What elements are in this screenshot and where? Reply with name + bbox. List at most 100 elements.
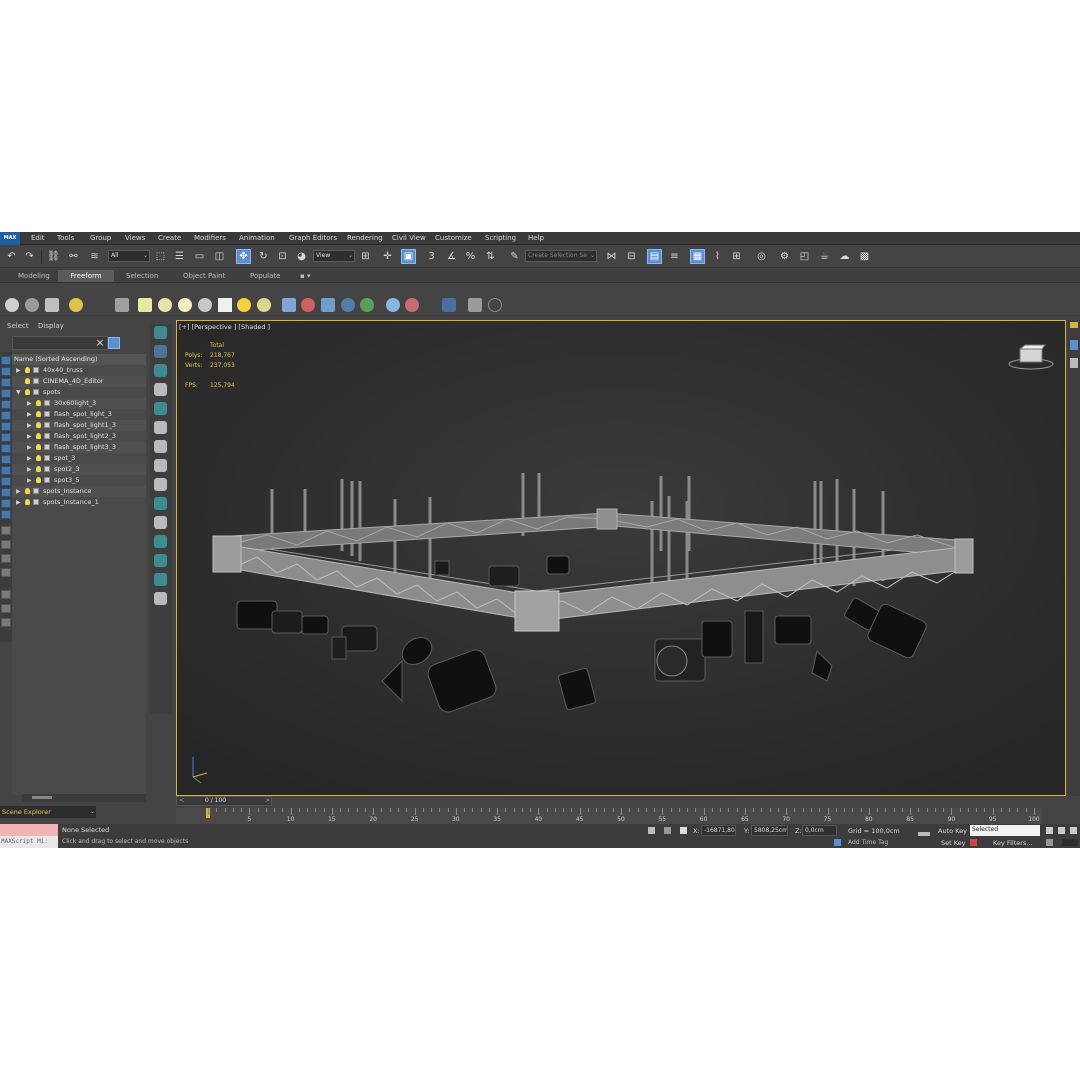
- app-logo-icon[interactable]: MAX: [0, 232, 20, 245]
- strip-button-icon[interactable]: [1, 411, 11, 420]
- menu-create[interactable]: Create: [158, 232, 181, 245]
- menu-views[interactable]: Views: [125, 232, 145, 245]
- expand-down-icon[interactable]: ▼: [16, 387, 22, 398]
- render-sphere-icon[interactable]: [386, 298, 400, 312]
- transform-type-in-icon[interactable]: [680, 827, 687, 834]
- strip-button-icon[interactable]: [1, 356, 11, 365]
- strip-button-icon[interactable]: [1, 554, 11, 563]
- sphere-icon[interactable]: [178, 298, 192, 312]
- ribbon-options-icon[interactable]: ▪ ▾: [294, 270, 316, 282]
- tree-item[interactable]: ▶ flash_spot_light2_3: [12, 431, 146, 442]
- link-icon[interactable]: ⛓: [46, 249, 61, 264]
- sun-icon[interactable]: [237, 298, 251, 312]
- select-and-scale-icon[interactable]: ⊡: [275, 249, 290, 264]
- scrollbar-thumb[interactable]: [32, 796, 52, 799]
- viewport-label[interactable]: [+] [Perspective ] [Shaded ]: [179, 323, 270, 331]
- tree-item[interactable]: ▶ spot2_3: [12, 464, 146, 475]
- z-coordinate-field[interactable]: 0,0cm: [802, 825, 837, 836]
- visibility-bulb-icon[interactable]: [36, 433, 41, 439]
- tree-item[interactable]: ▶ spots_Instance_1: [12, 497, 146, 508]
- undo-icon[interactable]: ↶: [4, 249, 19, 264]
- tool-button-icon[interactable]: [154, 535, 167, 548]
- schematic-view-icon[interactable]: ⊞: [729, 249, 744, 264]
- strip-button-icon[interactable]: [1, 422, 11, 431]
- scene-explorer-dropdown[interactable]: Scene Explorer: [0, 806, 96, 818]
- tool-button-icon[interactable]: [154, 440, 167, 453]
- render-in-cloud-icon[interactable]: ☁: [837, 249, 852, 264]
- key-filters-button[interactable]: Key Filters...: [993, 839, 1033, 847]
- tree-item[interactable]: ▶ spot_3: [12, 453, 146, 464]
- strip-button-icon[interactable]: [1, 526, 11, 535]
- edit-named-selection-icon[interactable]: ✎: [507, 249, 522, 264]
- strip-button-icon[interactable]: [1, 455, 11, 464]
- tab-selection[interactable]: Selection: [120, 270, 164, 282]
- auto-key-button[interactable]: Auto Key: [938, 827, 967, 835]
- percent-snap-icon[interactable]: %: [463, 249, 478, 264]
- camera-icon[interactable]: [442, 298, 456, 312]
- menu-customize[interactable]: Customize: [435, 232, 472, 245]
- selection-filter-dropdown[interactable]: All ⌄: [108, 250, 150, 262]
- expand-right-icon[interactable]: ▶: [27, 475, 33, 486]
- menu-help[interactable]: Help: [528, 232, 544, 245]
- select-and-rotate-icon[interactable]: ↻: [256, 249, 271, 264]
- menu-group[interactable]: Group: [90, 232, 111, 245]
- angle-snap-icon[interactable]: ∡: [444, 249, 459, 264]
- tool-button-icon[interactable]: [154, 421, 167, 434]
- expand-right-icon[interactable]: ▶: [16, 497, 22, 508]
- reference-coordinate-dropdown[interactable]: View ⌄: [313, 250, 355, 262]
- time-slider[interactable]: < 0 / 100 >: [176, 796, 272, 806]
- spinner-snap-icon[interactable]: ⇅: [483, 249, 498, 264]
- visibility-bulb-icon[interactable]: [25, 367, 30, 373]
- visibility-bulb-icon[interactable]: [25, 378, 30, 384]
- go-to-start-icon[interactable]: [1046, 827, 1053, 834]
- strip-button-icon[interactable]: [1, 477, 11, 486]
- filter-icon[interactable]: [108, 337, 120, 349]
- filter-icon[interactable]: [1, 590, 11, 599]
- panel-tab-icon[interactable]: [1070, 322, 1078, 328]
- expand-right-icon[interactable]: ▶: [27, 442, 33, 453]
- strip-button-icon[interactable]: [1, 400, 11, 409]
- redo-icon[interactable]: ↷: [22, 249, 37, 264]
- menu-animation[interactable]: Animation: [239, 232, 275, 245]
- expand-right-icon[interactable]: ▶: [27, 464, 33, 475]
- expand-right-icon[interactable]: ▶: [27, 409, 33, 420]
- cloud-icon[interactable]: [25, 298, 39, 312]
- tab-select[interactable]: Select: [7, 322, 29, 330]
- tree-item[interactable]: ▶ spot3_5: [12, 475, 146, 486]
- column-header[interactable]: Name (Sorted Ascending): [12, 354, 146, 365]
- teapot-icon[interactable]: [198, 298, 212, 312]
- select-by-name-icon[interactable]: ☰: [172, 249, 187, 264]
- object-icon[interactable]: [115, 298, 129, 312]
- lock-icon[interactable]: [648, 827, 655, 834]
- play-icon[interactable]: [1070, 827, 1077, 834]
- previous-frame-button[interactable]: <: [179, 797, 184, 805]
- render-production-icon[interactable]: ☕: [817, 249, 832, 264]
- tree-item[interactable]: ▶ 40x40_truss: [12, 365, 146, 376]
- strip-button-icon[interactable]: [1, 378, 11, 387]
- tree-item[interactable]: ▶ 30x60light_3: [12, 398, 146, 409]
- viewcube-icon[interactable]: [1007, 341, 1055, 371]
- set-key-button[interactable]: Set Key: [941, 839, 966, 847]
- panel-tab-icon[interactable]: [1070, 340, 1078, 350]
- refresh-icon[interactable]: [154, 478, 167, 491]
- visibility-bulb-icon[interactable]: [36, 477, 41, 483]
- menu-modifiers[interactable]: Modifiers: [194, 232, 226, 245]
- named-selection-set-dropdown[interactable]: Create Selection Se ⌄: [525, 250, 597, 262]
- expand-right-icon[interactable]: ▶: [27, 453, 33, 464]
- tab-freeform[interactable]: Freeform: [58, 270, 114, 282]
- tool-button-icon[interactable]: [154, 554, 167, 567]
- strip-button-icon[interactable]: [1, 568, 11, 577]
- tree-item[interactable]: ▶ flash_spot_light3_3: [12, 442, 146, 453]
- strip-button-icon[interactable]: [1, 433, 11, 442]
- current-frame-field[interactable]: [1062, 839, 1078, 846]
- set-key-icon[interactable]: [970, 839, 977, 846]
- strip-button-icon[interactable]: [1, 444, 11, 453]
- menu-civil-view[interactable]: Civil View: [392, 232, 426, 245]
- next-frame-button[interactable]: >: [265, 797, 270, 805]
- rectangular-selection-icon[interactable]: ▭: [192, 249, 207, 264]
- horizontal-scrollbar[interactable]: [22, 794, 146, 802]
- perspective-viewport[interactable]: [+] [Perspective ] [Shaded ] Total Polys…: [176, 320, 1066, 796]
- isolate-icon[interactable]: [664, 827, 671, 834]
- key-mode-dropdown[interactable]: Selected: [970, 825, 1040, 836]
- a360-gallery-icon[interactable]: ▩: [857, 249, 872, 264]
